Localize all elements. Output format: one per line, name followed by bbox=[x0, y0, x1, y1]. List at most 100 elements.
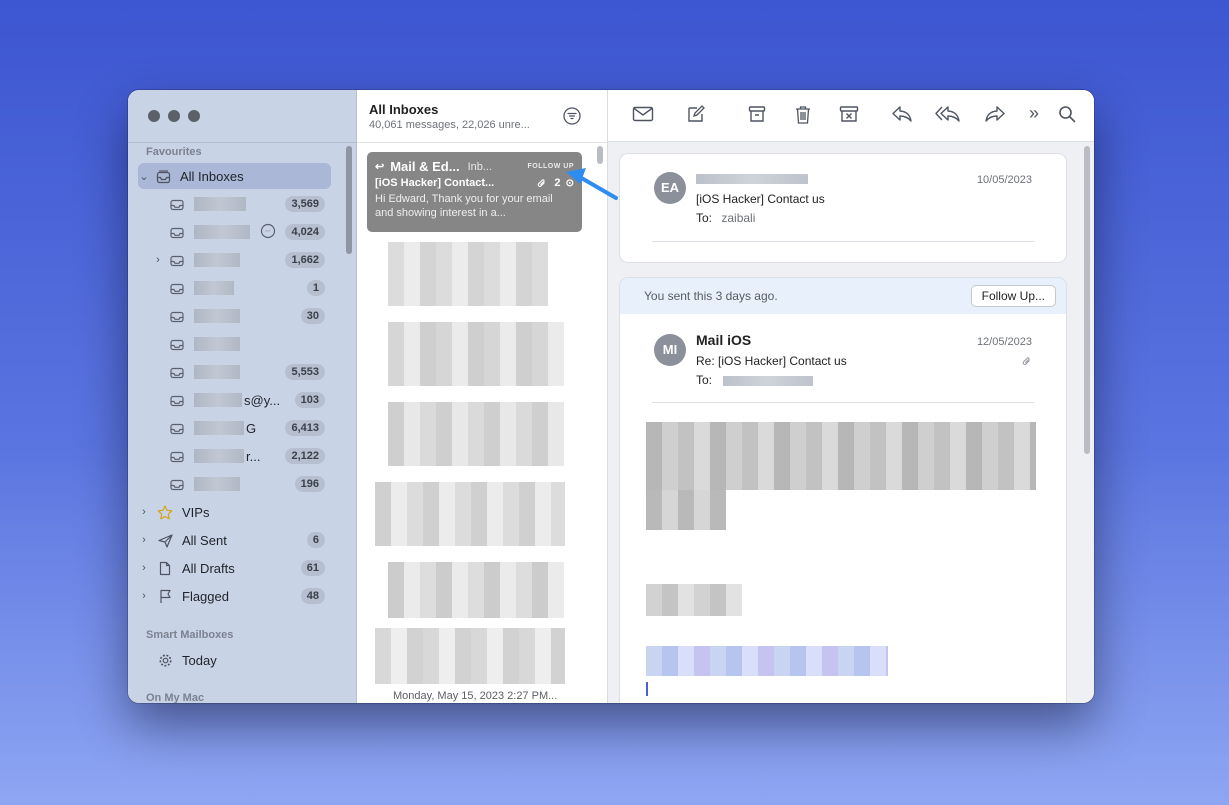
inbox-icon bbox=[168, 281, 186, 296]
compose-icon[interactable] bbox=[686, 105, 706, 128]
sidebar-item-account[interactable]: 5,553 bbox=[138, 359, 331, 385]
message-date: Monday, May 15, 2023 2:27 PM... bbox=[393, 690, 558, 702]
minimize-window-button[interactable] bbox=[168, 110, 180, 122]
trash-icon[interactable] bbox=[794, 105, 812, 130]
sidebar-item-account[interactable]: 1 bbox=[138, 275, 331, 301]
paperclip-icon bbox=[537, 177, 550, 189]
sidebar-item-label: All Drafts bbox=[182, 560, 235, 576]
inbox-icon bbox=[168, 253, 186, 268]
inbox-icon bbox=[168, 365, 186, 380]
message-card: EA 10/05/2023 [iOS Hacker] Contact us To… bbox=[620, 154, 1066, 262]
sidebar-item-account[interactable]: G 6,413 bbox=[138, 415, 331, 441]
message-date: 12/05/2023 bbox=[976, 336, 1032, 348]
sidebar-item-account[interactable]: 196 bbox=[138, 471, 331, 497]
unread-count-badge: 1,662 bbox=[285, 252, 325, 268]
sidebar-item-all-sent[interactable]: › All Sent 6 bbox=[138, 527, 331, 553]
unread-count-badge: 4,024 bbox=[285, 224, 325, 240]
filter-icon[interactable] bbox=[563, 107, 581, 130]
archive-icon[interactable] bbox=[748, 105, 766, 128]
to-label: To: bbox=[696, 373, 713, 387]
text-cursor bbox=[646, 682, 648, 696]
sidebar-scrollbar[interactable] bbox=[346, 146, 352, 254]
chevron-right-icon[interactable]: › bbox=[138, 562, 150, 574]
section-on-my-mac: On My Mac bbox=[146, 692, 205, 703]
divider bbox=[357, 142, 607, 143]
replied-icon: ↩ bbox=[375, 161, 385, 173]
window-controls bbox=[148, 110, 200, 122]
close-window-button[interactable] bbox=[148, 110, 160, 122]
message-mailbox: Inb... bbox=[467, 160, 493, 173]
reply-icon[interactable] bbox=[891, 105, 913, 128]
count-badge: 6 bbox=[306, 532, 325, 548]
divider bbox=[652, 241, 1034, 242]
inbox-icon bbox=[168, 309, 186, 324]
sidebar-item-account[interactable]: › 1,662 bbox=[138, 247, 331, 273]
account-name-redacted bbox=[194, 253, 240, 267]
avatar: MI bbox=[654, 334, 686, 366]
sidebar-item-account[interactable]: 30 bbox=[138, 303, 331, 329]
sent-notice-bar: You sent this 3 days ago. Follow Up... bbox=[620, 278, 1066, 314]
sidebar-item-account[interactable] bbox=[138, 331, 331, 357]
message-preview: Hi Edward, Thank you for your email and … bbox=[375, 193, 553, 219]
paper-plane-icon bbox=[156, 532, 174, 548]
account-name-suffix: s@y... bbox=[244, 392, 281, 408]
sidebar-item-flagged[interactable]: › Flagged 48 bbox=[138, 583, 331, 609]
gear-icon bbox=[156, 652, 174, 668]
more-chevrons-icon[interactable]: » bbox=[1029, 103, 1039, 124]
search-icon[interactable] bbox=[1058, 105, 1076, 128]
message-subject: [iOS Hacker] Contact us bbox=[696, 192, 825, 206]
message-date: 10/05/2023 bbox=[976, 174, 1032, 186]
section-smart-mailboxes: Smart Mailboxes bbox=[146, 629, 234, 641]
inbox-icon bbox=[168, 197, 186, 212]
flag-icon bbox=[156, 588, 174, 604]
account-name-redacted bbox=[194, 197, 246, 211]
sidebar-item-account[interactable]: 3,569 bbox=[138, 191, 331, 217]
chevron-right-icon[interactable]: › bbox=[138, 506, 150, 518]
paperclip-icon bbox=[1022, 354, 1032, 372]
account-name-redacted bbox=[194, 421, 244, 435]
forward-icon[interactable] bbox=[984, 105, 1006, 128]
section-favourites: Favourites bbox=[146, 146, 202, 158]
star-icon bbox=[156, 504, 174, 520]
get-mail-icon[interactable] bbox=[632, 105, 654, 128]
message-subject: [iOS Hacker] Contact... bbox=[375, 177, 495, 189]
chevron-right-icon[interactable]: › bbox=[138, 590, 150, 602]
unread-count-badge: 5,553 bbox=[285, 364, 325, 380]
sidebar-item-account[interactable]: s@y... 103 bbox=[138, 387, 331, 413]
sidebar-item-account[interactable]: 4,024 bbox=[138, 219, 331, 245]
sidebar-item-account[interactable]: r... 2,122 bbox=[138, 443, 331, 469]
follow-up-button[interactable]: Follow Up... bbox=[970, 285, 1056, 307]
chevron-down-icon[interactable]: ⌄ bbox=[138, 170, 150, 183]
to-label: To: bbox=[696, 211, 713, 225]
message-item-selected[interactable]: ↩ Mail & Ed... Inb... FOLLOW UP [iOS Hac… bbox=[367, 152, 582, 232]
reader-scrollbar[interactable] bbox=[1084, 146, 1090, 454]
message-card: You sent this 3 days ago. Follow Up... M… bbox=[620, 278, 1066, 703]
recipient-redacted bbox=[723, 375, 814, 386]
zoom-window-button[interactable] bbox=[188, 110, 200, 122]
sender-redacted bbox=[696, 174, 808, 184]
account-name-suffix: r... bbox=[246, 448, 261, 464]
inbox-icon bbox=[168, 449, 186, 464]
recipient: zaibali bbox=[721, 211, 756, 225]
inbox-icon bbox=[168, 225, 186, 240]
account-name-redacted bbox=[194, 225, 250, 239]
sidebar-item-all-inboxes[interactable]: ⌄ All Inboxes bbox=[138, 163, 331, 189]
sidebar-item-label: VIPs bbox=[182, 504, 210, 520]
reading-pane: » EA 10/05/2023 [iOS Hacker] Contact us … bbox=[608, 90, 1094, 703]
account-name-redacted bbox=[194, 281, 234, 295]
unread-count-badge: 1 bbox=[306, 280, 325, 296]
messenger-icon bbox=[260, 223, 276, 242]
sidebar-item-vips[interactable]: › VIPs bbox=[138, 499, 331, 525]
chevron-right-icon[interactable]: › bbox=[138, 534, 150, 546]
sidebar-item-all-drafts[interactable]: › All Drafts 61 bbox=[138, 555, 331, 581]
chevron-right-icon[interactable]: › bbox=[152, 254, 164, 266]
account-name-suffix: G bbox=[246, 420, 257, 436]
junk-icon[interactable] bbox=[839, 105, 859, 128]
unread-count-badge: 6,413 bbox=[285, 420, 325, 436]
inbox-icon bbox=[168, 477, 186, 492]
message-sender: Mail & Ed... bbox=[390, 159, 460, 174]
unread-count-badge: 30 bbox=[300, 308, 325, 324]
sidebar-item-today[interactable]: Today bbox=[138, 647, 331, 673]
reply-all-icon[interactable] bbox=[935, 105, 961, 128]
divider bbox=[128, 142, 356, 143]
